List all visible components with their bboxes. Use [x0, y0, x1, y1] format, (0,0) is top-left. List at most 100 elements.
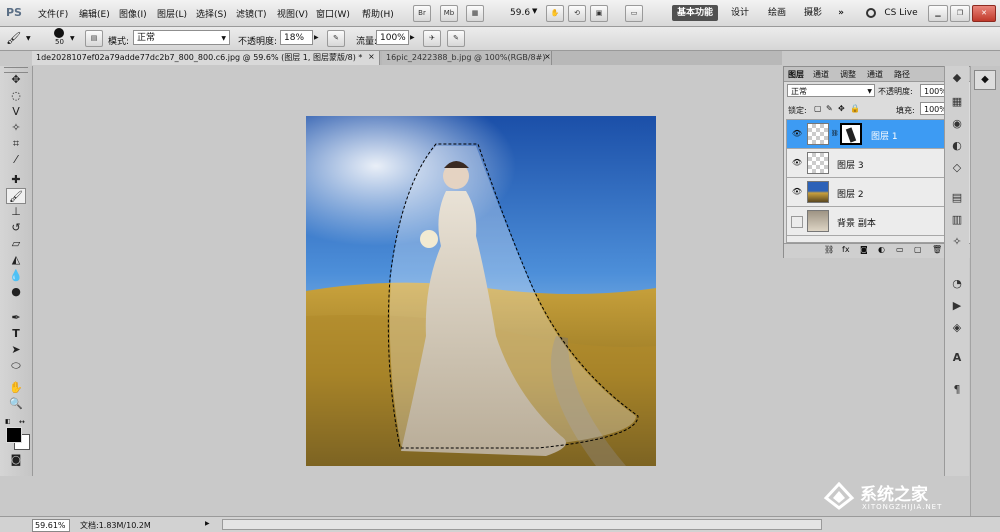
menu-view[interactable]: 视图(V)	[277, 7, 308, 20]
paragraph-panel-icon[interactable]: ¶	[949, 382, 965, 398]
layer-name[interactable]: 图层 1	[871, 129, 898, 142]
color-panel-icon[interactable]: ◆	[949, 70, 965, 86]
pressure-size-icon[interactable]: ✎	[447, 30, 465, 47]
workspace-design[interactable]: 设计	[725, 5, 755, 21]
preset-dropdown-icon[interactable]: ▼	[26, 35, 31, 42]
menu-select[interactable]: 选择(S)	[196, 7, 227, 20]
flow-input[interactable]: 100%	[376, 30, 409, 45]
horizontal-scrollbar[interactable]	[222, 519, 822, 530]
minimize-icon[interactable]: ▁	[928, 5, 948, 22]
blur-tool-icon[interactable]: 💧	[6, 268, 26, 284]
layers-panel-icon[interactable]: ▤	[949, 190, 965, 206]
layer-row-background-copy[interactable]: 背景 副本	[787, 207, 960, 236]
tab-channels[interactable]: 通道	[813, 69, 829, 80]
more-workspaces-button[interactable]: »	[834, 5, 848, 21]
status-zoom[interactable]: 59.61%	[32, 519, 70, 532]
restore-icon[interactable]: ❐	[950, 5, 970, 22]
lock-transparency-icon[interactable]: ▢	[814, 104, 822, 113]
new-group-icon[interactable]: ▭	[896, 245, 904, 254]
cs-live-button[interactable]: CS Live	[878, 5, 924, 21]
bridge-button[interactable]: Br	[413, 5, 431, 22]
move-tool-icon[interactable]: ✥	[6, 72, 26, 88]
visibility-eye-icon[interactable]: 👁	[791, 187, 803, 197]
path-selection-tool-icon[interactable]: ➤	[6, 342, 26, 358]
zoom-level[interactable]: 59.6	[510, 8, 530, 18]
flow-slider-icon[interactable]: ▶	[410, 34, 415, 41]
actions-panel-icon[interactable]: ▶	[949, 298, 965, 314]
adjustment-layer-icon[interactable]: ◐	[878, 245, 885, 254]
layer-name[interactable]: 图层 2	[837, 187, 864, 200]
lock-position-icon[interactable]: ✥	[838, 104, 845, 113]
rotate-view-icon[interactable]: ⟲	[568, 5, 586, 22]
foreground-color-swatch[interactable]	[6, 427, 22, 443]
layer-row-2[interactable]: 👁 图层 2	[787, 178, 960, 207]
eyedropper-tool-icon[interactable]: ⁄	[6, 152, 26, 168]
pen-tool-icon[interactable]: ✒	[6, 310, 26, 326]
lock-pixels-icon[interactable]: ✎	[826, 104, 833, 113]
type-tool-icon[interactable]: T	[6, 326, 26, 342]
menu-help[interactable]: 帮助(H)	[362, 7, 394, 20]
paint-bucket-tool-icon[interactable]: ◭	[6, 252, 26, 268]
menu-image[interactable]: 图像(I)	[119, 7, 147, 20]
menu-window[interactable]: 窗口(W)	[316, 7, 350, 20]
zoom-dropdown-icon[interactable]: ▼	[532, 7, 537, 15]
layer-name[interactable]: 背景 副本	[837, 216, 876, 229]
brush-tool-preset-icon[interactable]: 🖌	[6, 30, 26, 46]
hand-tool-icon[interactable]: ✋	[546, 5, 564, 22]
tab-layers[interactable]: 图层	[788, 69, 804, 80]
mode-select[interactable]: 正常 ▼	[133, 30, 230, 45]
layer-row-3[interactable]: 👁 图层 3	[787, 149, 960, 178]
brush-tip-icon[interactable]	[54, 28, 64, 38]
visibility-eye-icon[interactable]: 👁	[791, 129, 803, 139]
close-icon[interactable]: ✕	[972, 5, 996, 22]
channels-panel-icon[interactable]: ▥	[949, 212, 965, 228]
tab-document-1[interactable]: 1de2028107ef02a79adde77dc2b7_800_800.c6.…	[32, 51, 380, 65]
status-menu-arrow-icon[interactable]: ▶	[205, 520, 210, 527]
tab-channels-2[interactable]: 通道	[867, 69, 883, 80]
styles-panel-icon[interactable]: ◉	[949, 116, 965, 132]
marquee-tool-icon[interactable]: ◌	[6, 88, 26, 104]
hand-tool-icon[interactable]: ✋	[6, 380, 26, 396]
opacity-input[interactable]: 18%	[280, 30, 313, 45]
layer-mask-thumbnail[interactable]	[840, 123, 862, 145]
mini-bridge-button[interactable]: Mb	[440, 5, 458, 22]
character-panel-icon[interactable]: A	[949, 350, 965, 366]
crop-tool-icon[interactable]: ⌗	[6, 136, 26, 152]
3d-panel-icon[interactable]: ◆	[974, 70, 996, 90]
adjustments-panel-icon[interactable]: ◐	[949, 138, 965, 154]
screen-mode-icon[interactable]: ▭	[625, 5, 643, 22]
pressure-opacity-icon[interactable]: ✎	[327, 30, 345, 47]
dodge-tool-icon[interactable]: ●	[6, 284, 26, 300]
workspace-photography[interactable]: 摄影	[798, 5, 828, 21]
history-brush-tool-icon[interactable]: ↺	[6, 220, 26, 236]
menu-edit[interactable]: 编辑(E)	[79, 7, 110, 20]
brush-panel-icon[interactable]: ▤	[85, 30, 103, 47]
visibility-eye-icon[interactable]: 👁	[791, 158, 803, 168]
blend-mode-select[interactable]: 正常 ▼	[787, 84, 875, 97]
eraser-tool-icon[interactable]: ▱	[6, 236, 26, 252]
workspace-essentials[interactable]: 基本功能	[672, 5, 718, 21]
default-colors-icon[interactable]: ◧	[5, 418, 11, 425]
add-mask-icon[interactable]: ◙	[860, 245, 868, 254]
delete-layer-icon[interactable]: 🗑	[932, 245, 942, 254]
new-layer-icon[interactable]: ▢	[914, 245, 922, 254]
brush-tool-icon[interactable]: 🖌	[6, 188, 26, 204]
quick-mask-icon[interactable]: ◙	[6, 452, 26, 468]
quick-selection-tool-icon[interactable]: ✧	[6, 120, 26, 136]
swatches-panel-icon[interactable]: ▦	[949, 94, 965, 110]
paths-panel-icon[interactable]: ✧	[949, 234, 965, 250]
link-layers-icon[interactable]: ⛓	[824, 245, 834, 254]
layer-name[interactable]: 图层 3	[837, 158, 864, 171]
clone-stamp-tool-icon[interactable]: ⊥	[6, 204, 26, 220]
menu-file[interactable]: 文件(F)	[38, 7, 68, 20]
tab-close-icon[interactable]: ×	[544, 52, 551, 61]
navigator-panel-icon[interactable]: ◈	[949, 320, 965, 336]
tab-document-2[interactable]: 16pic_2422388_b.jpg @ 100%(RGB/8#)	[382, 51, 552, 65]
workspace-painting[interactable]: 绘画	[762, 5, 792, 21]
history-panel-icon[interactable]: ◔	[949, 276, 965, 292]
view-extras-icon[interactable]: ▦	[466, 5, 484, 22]
brush-picker-dropdown-icon[interactable]: ▼	[70, 35, 75, 42]
tab-close-icon[interactable]: ×	[368, 52, 375, 61]
swap-colors-icon[interactable]: ↔	[19, 418, 25, 426]
menu-layer[interactable]: 图层(L)	[157, 7, 187, 20]
